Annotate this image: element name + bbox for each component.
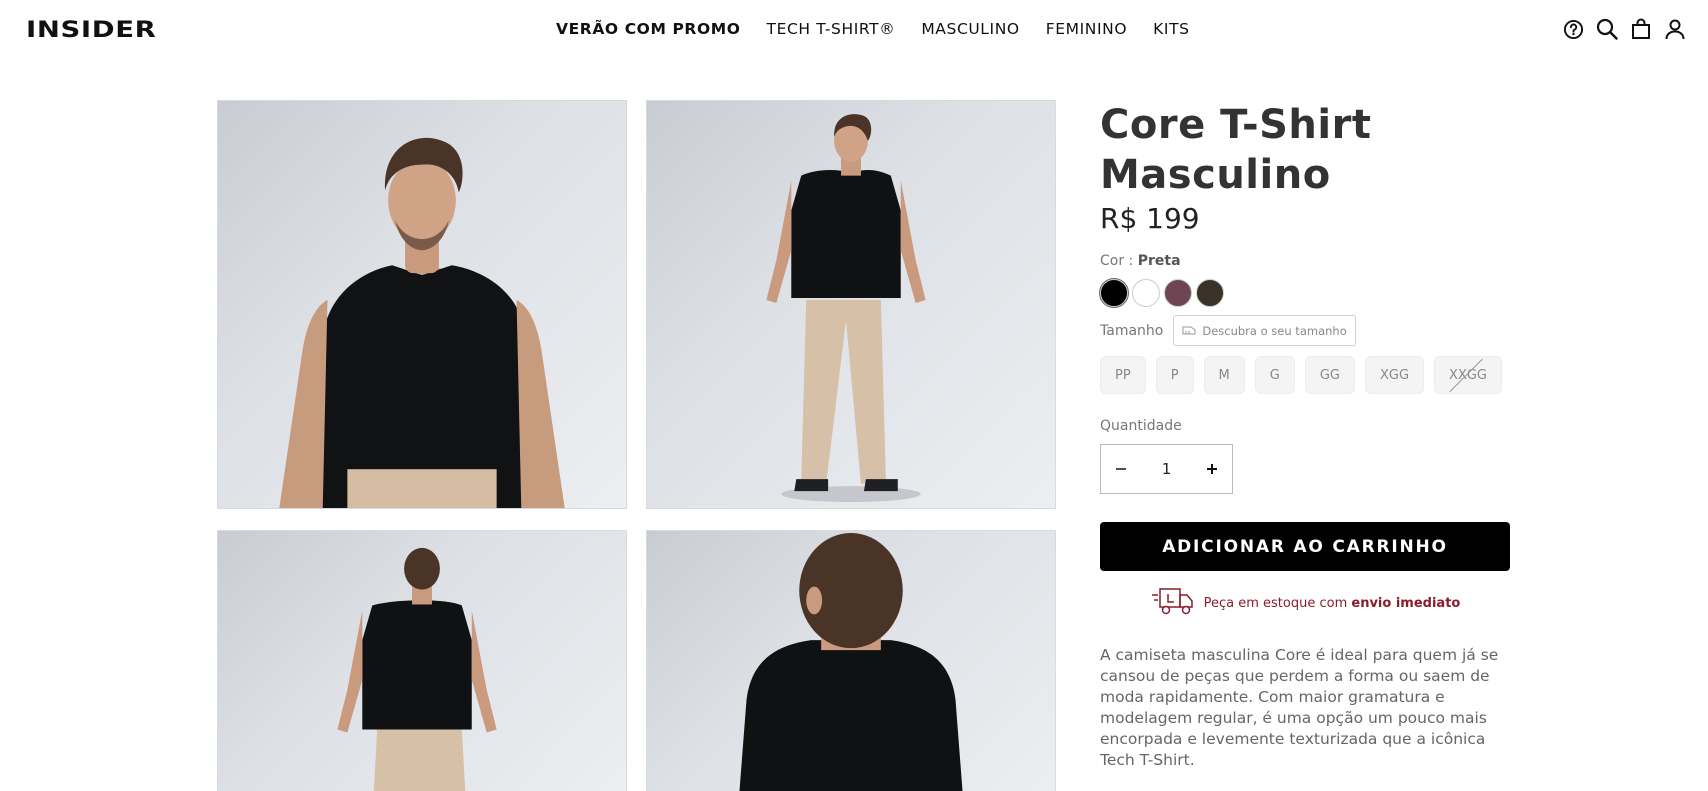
add-to-cart-button[interactable]: ADICIONAR AO CARRINHO (1100, 522, 1510, 571)
size-option-p[interactable]: P (1155, 356, 1194, 394)
color-swatch[interactable] (1164, 279, 1192, 307)
size-option-xxgg[interactable]: XXGG (1434, 356, 1503, 394)
stock-notice: Peça em estoque com envio imediato (1100, 585, 1510, 621)
size-option-gg[interactable]: GG (1304, 356, 1355, 394)
product-image-back-full-body[interactable] (217, 530, 627, 791)
delivery-truck-icon (1150, 585, 1196, 621)
color-label: Cor : Preta (1100, 253, 1510, 269)
size-option-xgg[interactable]: XGG (1364, 356, 1425, 394)
size-option-pp[interactable]: PP (1100, 356, 1146, 394)
product-description: A camiseta masculina Core é ideal para q… (1100, 646, 1499, 769)
help-icon[interactable] (1562, 18, 1584, 40)
product-title-line1: Core T-Shirt (1100, 102, 1372, 148)
quantity-label: Quantidade (1100, 418, 1182, 434)
site-header: INSIDER VERÃO COM PROMO TECH T-SHIRT® MA… (0, 0, 1708, 60)
product-image-front-full-body[interactable] (646, 100, 1056, 509)
color-label-text: Cor : (1100, 253, 1138, 269)
product-title: Core T-Shirt Masculino (1100, 100, 1510, 200)
nav-masculino[interactable]: MASCULINO (921, 20, 1019, 38)
nav-feminino[interactable]: FEMININO (1046, 20, 1127, 38)
size-option-g[interactable]: G (1254, 356, 1295, 394)
header-actions (1562, 18, 1686, 40)
nav-kits[interactable]: KITS (1153, 20, 1189, 38)
stock-text: Peça em estoque com envio imediato (1204, 596, 1461, 611)
product-info: Core T-Shirt Masculino R$ 199 Cor : Pret… (1099, 100, 1510, 771)
product-title-line2: Masculino (1100, 152, 1331, 198)
site-logo[interactable]: INSIDER (26, 18, 156, 43)
size-option-m[interactable]: M (1203, 356, 1245, 394)
color-swatches (1099, 278, 1510, 308)
stock-text-regular: Peça em estoque com (1203, 595, 1352, 611)
user-icon[interactable] (1664, 18, 1686, 40)
size-finder-button[interactable]: Descubra o seu tamanho (1173, 315, 1356, 346)
size-row: Tamanho Descubra o seu tamanho (1100, 315, 1510, 346)
product-image-back-closeup[interactable] (646, 530, 1056, 791)
product-price: R$ 199 (1100, 202, 1200, 235)
bag-icon[interactable] (1630, 18, 1652, 40)
color-swatch[interactable] (1132, 279, 1160, 307)
nav-tech-tshirt[interactable]: TECH T-SHIRT® (767, 20, 896, 38)
color-swatch[interactable] (1099, 278, 1129, 308)
color-selected-name: Preta (1137, 253, 1181, 269)
quantity-decrease-button[interactable] (1111, 459, 1131, 479)
stock-text-bold: envio imediato (1351, 595, 1461, 611)
size-label: Tamanho (1100, 322, 1164, 339)
color-swatch[interactable] (1196, 279, 1224, 307)
main-nav: VERÃO COM PROMO TECH T-SHIRT® MASCULINO … (556, 20, 1216, 38)
product-image-front-closeup[interactable] (217, 100, 627, 509)
ruler-icon (1182, 324, 1196, 338)
size-finder-label: Descubra o seu tamanho (1202, 323, 1347, 338)
quantity-increase-button[interactable] (1202, 459, 1222, 479)
search-icon[interactable] (1596, 18, 1618, 40)
nav-verao-com-promo[interactable]: VERÃO COM PROMO (556, 20, 741, 38)
quantity-value[interactable]: 1 (1162, 460, 1172, 478)
quantity-stepper: 1 (1100, 444, 1233, 494)
size-options: PP P M G GG XGG XXGG (1100, 356, 1510, 394)
